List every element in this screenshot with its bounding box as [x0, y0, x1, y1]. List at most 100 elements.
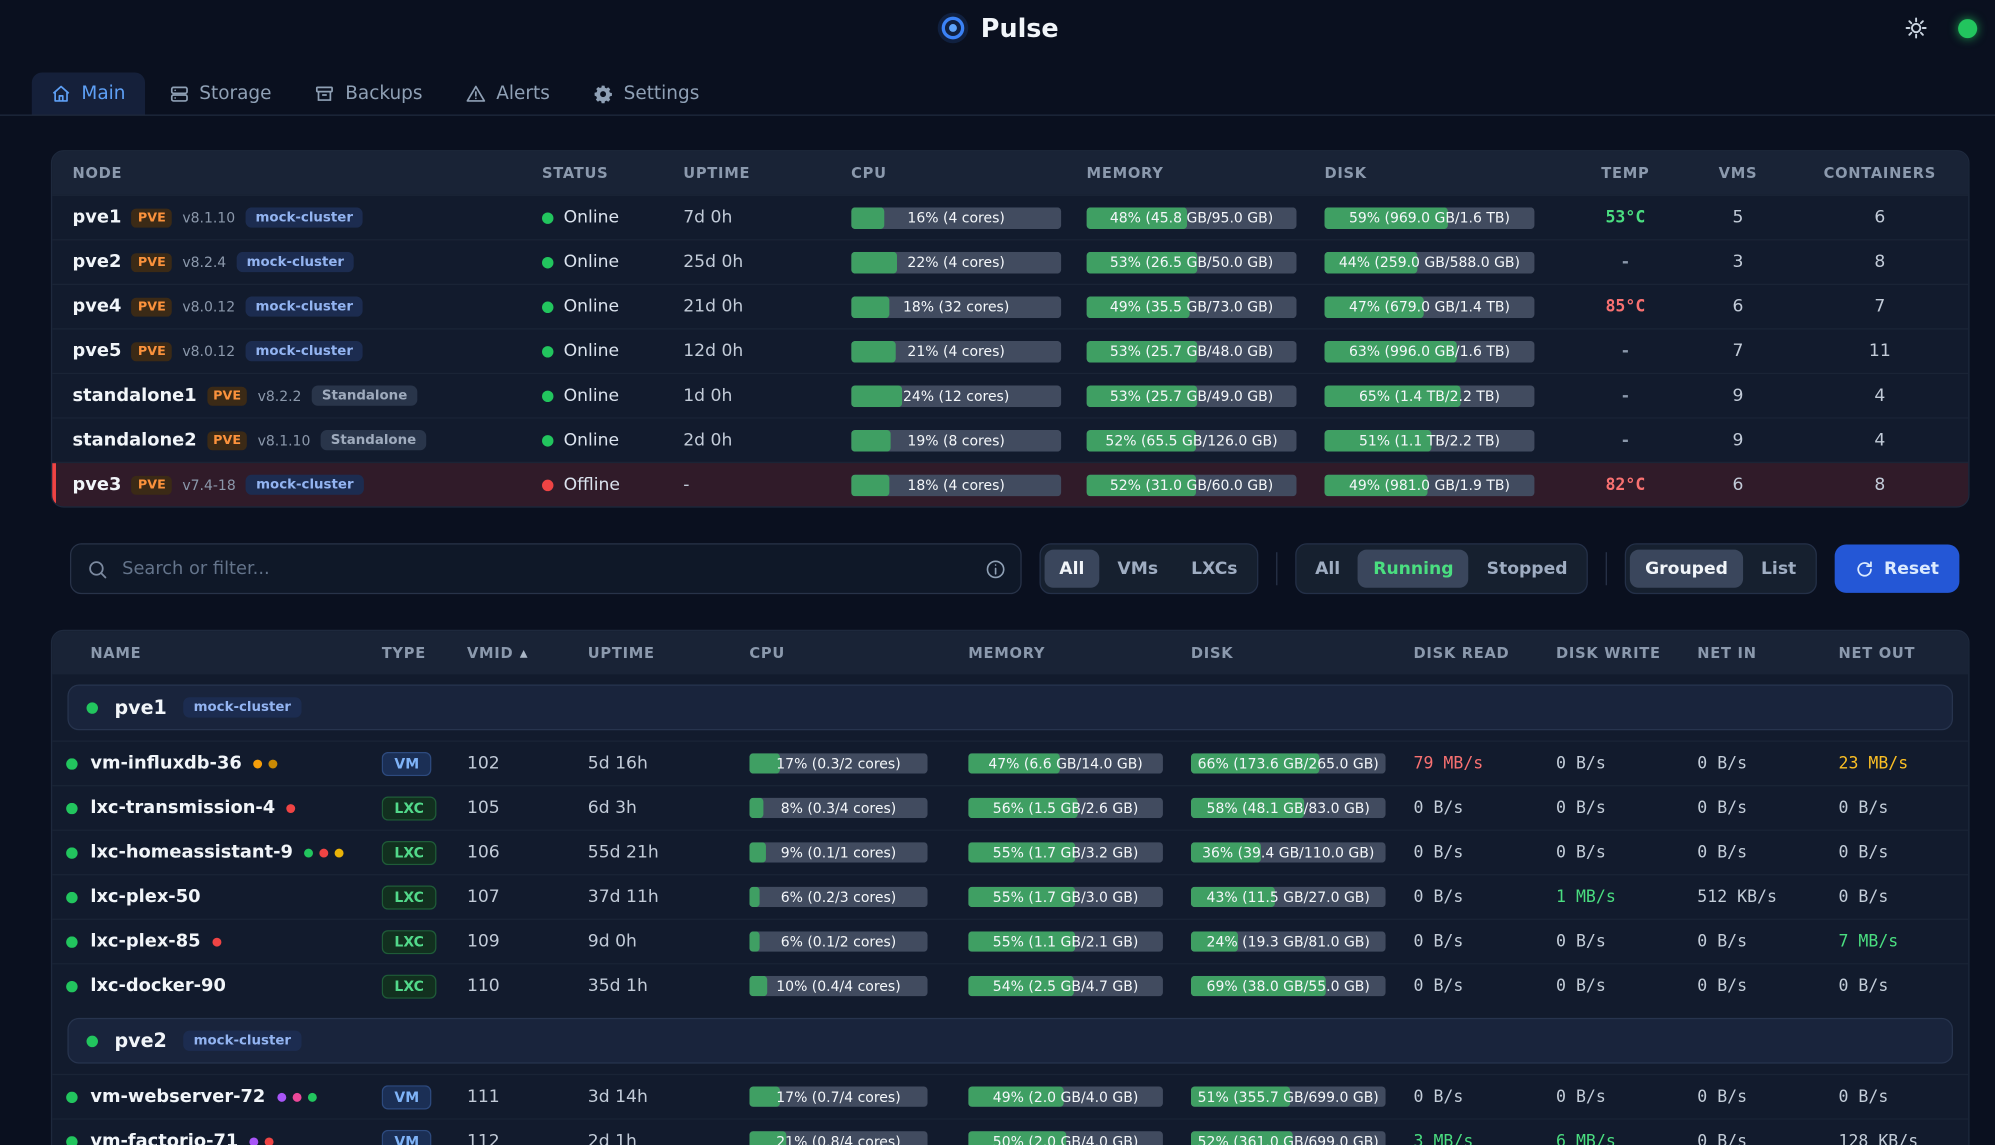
node-status-text: Online: [564, 430, 619, 450]
filter-option-lxcs[interactable]: LXCs: [1176, 550, 1253, 588]
guest-cpu-bar: 21% (0.8/4 cores): [749, 1131, 927, 1145]
filter-option-all[interactable]: All: [1300, 550, 1356, 588]
guest-row[interactable]: lxc-plex-85 LXC 109 9d 0h 6% (0.1/2 core…: [52, 919, 1968, 964]
guest-row[interactable]: lxc-plex-50 LXC 107 37d 11h 6% (0.2/3 co…: [52, 874, 1968, 919]
guest-vmid: 102: [467, 753, 588, 773]
col-net-out[interactable]: NET OUT: [1839, 644, 1970, 662]
reset-label: Reset: [1884, 559, 1939, 579]
tab-settings[interactable]: Settings: [574, 73, 718, 115]
col-disk-write[interactable]: DISK WRITE: [1556, 644, 1697, 662]
node-name: pve5: [73, 341, 122, 361]
guest-cpu-bar: 9% (0.1/1 cores): [749, 842, 927, 862]
guest-group-header[interactable]: pve2 mock-cluster: [67, 1018, 1953, 1064]
node-row[interactable]: standalone1 PVE v8.2.2 Standalone Online…: [52, 373, 1968, 418]
filter-option-all[interactable]: All: [1044, 550, 1100, 588]
pulse-logo-icon: [936, 11, 969, 44]
bar-label: 55% (1.7 GB/3.2 GB): [968, 842, 1163, 862]
guest-tag-dots: [277, 1092, 316, 1101]
node-cpu-bar: 18% (4 cores): [851, 474, 1061, 496]
node-row[interactable]: pve2 PVE v8.2.4 mock-cluster Online 25d …: [52, 239, 1968, 284]
guest-memory-bar: 49% (2.0 GB/4.0 GB): [968, 1087, 1163, 1107]
col-vmid-label: VMID: [467, 644, 513, 662]
guest-uptime: 35d 1h: [588, 976, 750, 996]
guest-row[interactable]: vm-factorio-71 VM 112 2d 1h 21% (0.8/4 c…: [52, 1118, 1968, 1145]
col-disk[interactable]: DISK: [1324, 164, 1563, 182]
main-nav-tabs: Main Storage Backups Alerts Setting: [0, 73, 1995, 116]
guests-table-header: NAME TYPE VMID ▲ UPTIME CPU MEMORY DISK …: [52, 631, 1968, 674]
nodes-table: NODE STATUS UPTIME CPU MEMORY DISK TEMP …: [51, 150, 1970, 508]
search-input[interactable]: [120, 557, 969, 580]
tab-backups[interactable]: Backups: [296, 73, 442, 115]
col-cpu[interactable]: CPU: [851, 164, 1086, 182]
guest-uptime: 6d 3h: [588, 798, 750, 818]
guest-name: lxc-plex-50: [90, 887, 200, 907]
col-disk[interactable]: DISK: [1191, 644, 1414, 662]
node-version: v8.0.12: [182, 298, 235, 315]
guest-name: lxc-transmission-4: [90, 798, 275, 818]
node-vms-count: 6: [1687, 296, 1789, 316]
filter-option-vms[interactable]: VMs: [1102, 550, 1173, 588]
tag-dot: [320, 848, 329, 857]
col-vms[interactable]: VMS: [1687, 164, 1789, 182]
node-row[interactable]: pve4 PVE v8.0.12 mock-cluster Online 21d…: [52, 284, 1968, 329]
guest-row[interactable]: lxc-homeassistant-9 LXC 106 55d 21h 9% (…: [52, 830, 1968, 875]
guest-vmid: 105: [467, 798, 588, 818]
node-name: pve3: [73, 475, 122, 495]
guest-type-badge: LXC: [382, 974, 437, 998]
theme-toggle-button[interactable]: [1905, 17, 1928, 40]
bar-label: 53% (25.7 GB/48.0 GB): [1087, 340, 1297, 362]
guest-row[interactable]: lxc-docker-90 LXC 110 35d 1h 10% (0.4/4 …: [52, 963, 1968, 1008]
guest-row[interactable]: lxc-transmission-4 LXC 105 6d 3h 8% (0.3…: [52, 785, 1968, 830]
nodes-table-body: pve1 PVE v8.1.10 mock-cluster Online 7d …: [52, 195, 1968, 507]
node-status-text: Online: [564, 341, 619, 361]
col-type[interactable]: TYPE: [382, 644, 467, 662]
col-uptime[interactable]: UPTIME: [588, 644, 750, 662]
group-cluster-badge: mock-cluster: [183, 1031, 301, 1051]
guest-name: vm-factorio-71: [90, 1131, 238, 1145]
guest-type-filter: AllVMsLXCs: [1039, 543, 1258, 594]
bar-label: 36% (39.4 GB/110.0 GB): [1191, 842, 1386, 862]
guest-row[interactable]: vm-influxdb-36 VM 102 5d 16h 17% (0.3/2 …: [52, 740, 1968, 785]
filter-option-grouped[interactable]: Grouped: [1630, 550, 1743, 588]
reset-button[interactable]: Reset: [1834, 545, 1959, 593]
col-disk-read[interactable]: DISK READ: [1414, 644, 1557, 662]
col-status[interactable]: STATUS: [542, 164, 683, 182]
bar-label: 49% (981.0 GB/1.9 TB): [1324, 474, 1534, 496]
tab-storage[interactable]: Storage: [150, 73, 291, 115]
node-row[interactable]: standalone2 PVE v8.1.10 Standalone Onlin…: [52, 417, 1968, 462]
node-status-dot: [542, 301, 553, 312]
pve-badge: PVE: [132, 475, 173, 494]
bar-label: 22% (4 cores): [851, 251, 1061, 273]
guest-tag-dots: [250, 1137, 274, 1145]
guest-group-header[interactable]: pve1 mock-cluster: [67, 685, 1953, 731]
tab-alerts[interactable]: Alerts: [447, 73, 569, 115]
col-cpu[interactable]: CPU: [749, 644, 968, 662]
tab-main[interactable]: Main: [32, 73, 145, 115]
col-containers[interactable]: CONTAINERS: [1789, 164, 1970, 182]
node-cpu-bar: 19% (8 cores): [851, 429, 1061, 451]
node-row[interactable]: pve1 PVE v8.1.10 mock-cluster Online 7d …: [52, 195, 1968, 240]
filter-option-list[interactable]: List: [1746, 550, 1812, 588]
bar-label: 44% (259.0 GB/588.0 GB): [1324, 251, 1534, 273]
node-cpu-bar: 21% (4 cores): [851, 340, 1061, 362]
node-containers-count: 8: [1789, 252, 1970, 272]
node-row[interactable]: pve3 PVE v7.4-18 mock-cluster Offline - …: [52, 462, 1968, 507]
col-uptime[interactable]: UPTIME: [683, 164, 851, 182]
col-memory[interactable]: MEMORY: [1087, 164, 1325, 182]
guest-name: lxc-plex-85: [90, 931, 200, 951]
guest-memory-bar: 55% (1.7 GB/3.2 GB): [968, 842, 1163, 862]
info-icon[interactable]: [984, 558, 1006, 580]
filter-option-running[interactable]: Running: [1358, 550, 1469, 588]
node-row[interactable]: pve5 PVE v8.0.12 mock-cluster Online 12d…: [52, 328, 1968, 373]
col-temp[interactable]: TEMP: [1564, 164, 1687, 182]
col-vmid[interactable]: VMID ▲: [467, 644, 588, 662]
col-name[interactable]: NAME: [90, 644, 381, 662]
col-node[interactable]: NODE: [52, 164, 542, 182]
col-net-in[interactable]: NET IN: [1697, 644, 1838, 662]
node-cpu-bar: 16% (4 cores): [851, 207, 1061, 229]
filter-option-stopped[interactable]: Stopped: [1471, 550, 1582, 588]
guest-state-filter: AllRunningStopped: [1295, 543, 1588, 594]
col-memory[interactable]: MEMORY: [968, 644, 1191, 662]
filter-bar: AllVMsLXCs AllRunningStopped GroupedList…: [51, 543, 1970, 594]
guest-row[interactable]: vm-webserver-72 VM 111 3d 14h 17% (0.7/4…: [52, 1074, 1968, 1119]
